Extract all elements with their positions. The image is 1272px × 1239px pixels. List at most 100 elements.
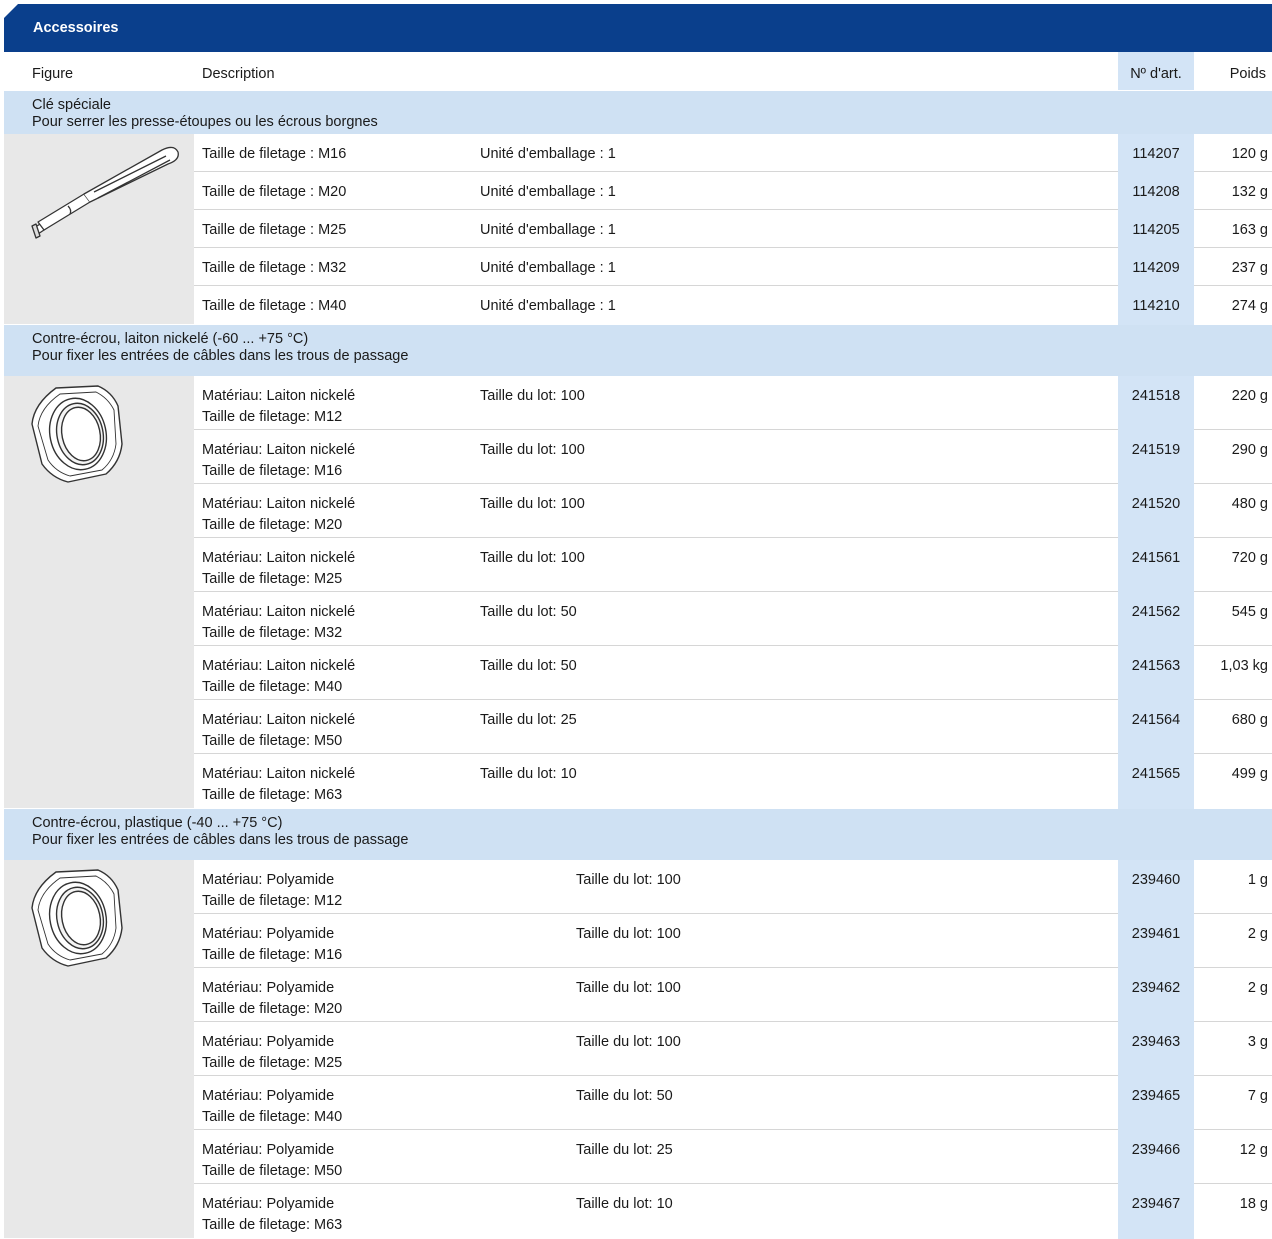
thread-size-line: Taille de filetage: M12 [202, 893, 343, 909]
article-number: 239463 [1118, 1022, 1194, 1076]
weight-value: 720 g [1231, 550, 1268, 566]
weight-value: 3 g [1247, 1034, 1268, 1050]
thread-size-line: Taille de filetage: M50 [202, 733, 343, 749]
row-description: Matériau: Laiton nickelé Taille de fileta… [202, 656, 355, 698]
article-number: 114208 [1118, 172, 1194, 210]
row-description: Matériau: Polyamide Taille de filetage: M… [202, 870, 342, 912]
packaging-info: Unité d'emballage : 1 [480, 222, 616, 238]
description-line: Taille de filetage : M32 [202, 260, 347, 276]
weight-value: 12 g [1239, 1142, 1268, 1158]
description-line: Matériau: Laiton nickelé [202, 442, 356, 458]
table-row: Matériau: Laiton nickelé Taille de fileta… [194, 700, 1272, 754]
packaging-info: Taille du lot: 100 [480, 442, 585, 458]
table-row: Matériau: Laiton nickelé Taille de fileta… [194, 538, 1272, 592]
packaging-info: Taille du lot: 50 [576, 1088, 673, 1104]
row-description: Taille de filetage : M16 [202, 144, 346, 165]
group-header: Clé spéciale Pour serrer les presse-étoup… [4, 90, 1272, 134]
packaging-info: Taille du lot: 100 [576, 926, 681, 942]
description-line: Matériau: Polyamide [202, 980, 335, 996]
group-title: Contre-écrou, plastique (-40 ... +75 °C) [32, 815, 283, 831]
article-number: 241520 [1118, 484, 1194, 538]
article-number: 239461 [1118, 914, 1194, 968]
hex-locknut-icon [31, 385, 123, 483]
thread-size-line: Taille de filetage: M40 [202, 1109, 343, 1125]
column-header-weight: Poids [1229, 66, 1266, 82]
accessories-table: Accessoires Figure Description Nº d'art.… [4, 4, 1272, 1239]
table-row: Matériau: Polyamide Taille de filetage: M… [194, 1076, 1272, 1130]
table-row: Matériau: Laiton nickelé Taille de fileta… [194, 646, 1272, 700]
table-row: Matériau: Polyamide Taille de filetage: M… [194, 1184, 1272, 1239]
thread-size-line: Taille de filetage: M25 [202, 1055, 343, 1071]
packaging-info: Taille du lot: 25 [576, 1142, 673, 1158]
weight-value: 132 g [1231, 184, 1268, 200]
packaging-info: Unité d'emballage : 1 [480, 298, 616, 314]
description-line: Matériau: Laiton nickelé [202, 604, 356, 620]
article-number: 239466 [1118, 1130, 1194, 1184]
article-number: 241518 [1118, 376, 1194, 430]
table-row: Matériau: Polyamide Taille de filetage: M… [194, 1130, 1272, 1184]
table-row: Matériau: Laiton nickelé Taille de fileta… [194, 430, 1272, 484]
table-row: Taille de filetage : M40 Unité d'emballag… [194, 286, 1272, 325]
article-number: 114209 [1118, 248, 1194, 286]
article-number: 239460 [1118, 860, 1194, 914]
thread-size-line: Taille de filetage: M20 [202, 517, 343, 533]
weight-value: 480 g [1231, 496, 1268, 512]
group-title: Contre-écrou, laiton nickelé (-60 ... +7… [32, 331, 309, 347]
weight-value: 163 g [1231, 222, 1268, 238]
header-corner-notch [4, 4, 18, 18]
packaging-info: Unité d'emballage : 1 [480, 260, 616, 276]
weight-value: 120 g [1231, 146, 1268, 162]
table-row: Matériau: Laiton nickelé Taille de fileta… [194, 592, 1272, 646]
product-group: Matériau: Polyamide Taille de filetage: M… [4, 860, 1272, 1239]
article-number: 239462 [1118, 968, 1194, 1022]
thread-size-line: Taille de filetage: M12 [202, 409, 343, 425]
weight-value: 680 g [1231, 712, 1268, 728]
row-description: Matériau: Polyamide Taille de filetage: M… [202, 1086, 342, 1128]
product-group: Taille de filetage : M16 Unité d'emballag… [4, 134, 1272, 325]
packaging-info: Taille du lot: 50 [480, 604, 577, 620]
table-row: Matériau: Laiton nickelé Taille de fileta… [194, 376, 1272, 430]
column-header-description: Description [202, 66, 275, 82]
section-header: Accessoires [4, 4, 1272, 52]
weight-value: 1 g [1247, 872, 1268, 888]
thread-size-line: Taille de filetage: M16 [202, 947, 343, 963]
weight-value: 499 g [1231, 766, 1268, 782]
special-wrench-icon [31, 146, 179, 239]
thread-size-line: Taille de filetage: M32 [202, 625, 343, 641]
packaging-info: Taille du lot: 100 [480, 550, 585, 566]
thread-size-line: Taille de filetage: M16 [202, 463, 343, 479]
group-header: Contre-écrou, plastique (-40 ... +75 °C)… [4, 808, 1272, 860]
table-row: Matériau: Laiton nickelé Taille de fileta… [194, 484, 1272, 538]
description-line: Matériau: Polyamide [202, 1196, 335, 1212]
weight-value: 290 g [1231, 442, 1268, 458]
column-header-figure: Figure [32, 66, 74, 82]
article-number: 239467 [1118, 1184, 1194, 1239]
row-description: Matériau: Polyamide Taille de filetage: M… [202, 1032, 342, 1074]
thread-size-line: Taille de filetage: M40 [202, 679, 343, 695]
thread-size-line: Taille de filetage: M63 [202, 787, 343, 803]
article-number: 241561 [1118, 538, 1194, 592]
thread-size-line: Taille de filetage: M25 [202, 571, 343, 587]
weight-value: 7 g [1247, 1088, 1268, 1104]
row-description: Taille de filetage : M20 [202, 182, 346, 203]
row-description: Matériau: Laiton nickelé Taille de fileta… [202, 494, 355, 536]
weight-value: 237 g [1231, 260, 1268, 276]
weight-value: 1,03 kg [1220, 658, 1268, 674]
group-subtitle: Pour serrer les presse-étoupes ou les éc… [32, 114, 378, 130]
description-line: Taille de filetage : M25 [202, 222, 347, 238]
row-description: Matériau: Laiton nickelé Taille de fileta… [202, 440, 355, 482]
packaging-info: Taille du lot: 10 [480, 766, 577, 782]
table-row: Matériau: Polyamide Taille de filetage: M… [194, 1022, 1272, 1076]
row-description: Taille de filetage : M25 [202, 220, 346, 241]
table-row: Taille de filetage : M25 Unité d'emballag… [194, 210, 1272, 248]
article-number: 114205 [1118, 210, 1194, 248]
packaging-info: Taille du lot: 100 [480, 496, 585, 512]
packaging-info: Taille du lot: 100 [576, 1034, 681, 1050]
article-number: 241563 [1118, 646, 1194, 700]
section-title: Accessoires [33, 20, 119, 36]
table-row: Matériau: Polyamide Taille de filetage: M… [194, 914, 1272, 968]
packaging-info: Taille du lot: 25 [480, 712, 577, 728]
row-description: Matériau: Laiton nickelé Taille de fileta… [202, 764, 355, 806]
packaging-info: Taille du lot: 10 [576, 1196, 673, 1212]
article-number: 241519 [1118, 430, 1194, 484]
